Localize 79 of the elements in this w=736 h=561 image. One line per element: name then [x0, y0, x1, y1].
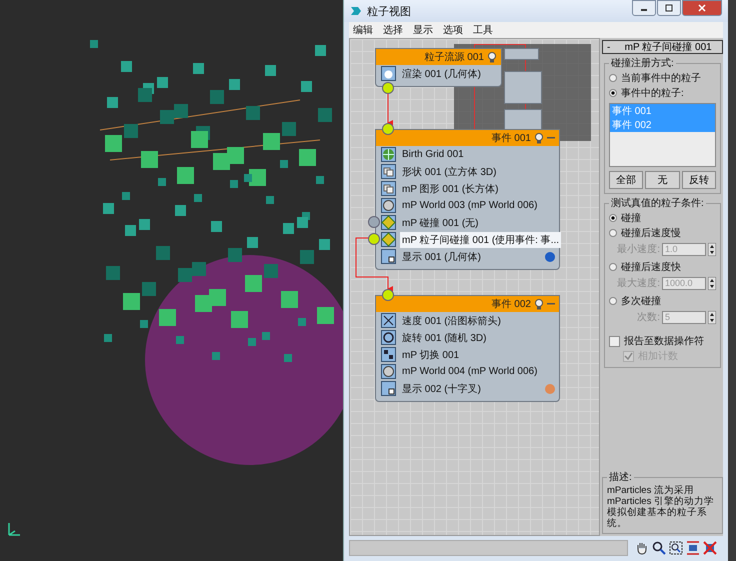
- diamond-icon: [381, 232, 396, 247]
- diamond-icon: [381, 215, 396, 230]
- axis-tripod-icon: [6, 520, 22, 538]
- bulb-icon[interactable]: [534, 298, 544, 310]
- menu-item[interactable]: 显示: [413, 23, 433, 37]
- output-socket[interactable]: [382, 82, 394, 94]
- operator-label[interactable]: mP 粒子间碰撞 001 (使用事件: 事...: [400, 232, 562, 248]
- collapse-toggle[interactable]: -: [607, 42, 610, 52]
- group-label: 碰撞注册方式:: [610, 56, 675, 70]
- menu-item[interactable]: 编辑: [353, 23, 373, 37]
- display-icon: [381, 249, 396, 264]
- radio-option[interactable]: 碰撞: [609, 211, 716, 225]
- spinner-arrows-icon[interactable]: [708, 242, 716, 256]
- zoom-extents-icon[interactable]: [686, 541, 700, 555]
- window-title: 粒子视图: [367, 4, 411, 18]
- menu-item[interactable]: 选择: [383, 23, 403, 37]
- operator-label[interactable]: 速度 001 (沿图标箭头): [400, 312, 503, 328]
- app-logo-icon: [350, 5, 362, 17]
- checkbox-option[interactable]: 报告至数据操作符: [609, 334, 716, 348]
- operator-label[interactable]: mP World 003 (mP World 006): [400, 199, 540, 212]
- bulb-icon[interactable]: [487, 52, 497, 62]
- input-socket[interactable]: [382, 123, 394, 135]
- description-text: mParticles 流为采用 mParticles 引擎的动力学模拟创建基本的粒子系统。: [607, 485, 715, 529]
- hand-pan-icon[interactable]: [635, 541, 649, 555]
- event-node[interactable]: 粒子流源 001 渲染 001 (几何体): [375, 48, 502, 87]
- radio-option[interactable]: 当前事件中的粒子: [609, 71, 716, 85]
- radio-option[interactable]: 事件中的粒子:: [609, 86, 716, 100]
- spinner-label: 最小速度:: [617, 242, 660, 256]
- maximize-icon: [665, 4, 673, 12]
- bulb-icon[interactable]: [534, 132, 544, 144]
- cubes-icon: [381, 164, 396, 179]
- close-icon: [698, 4, 706, 12]
- display-icon: [381, 381, 396, 396]
- operator-label[interactable]: Birth Grid 001: [400, 148, 466, 161]
- rollout-title: mP 粒子间碰撞 001: [624, 40, 713, 54]
- operator-label[interactable]: 旋转 001 (随机 3D): [400, 330, 488, 346]
- spinner-label: 次数:: [637, 311, 660, 324]
- node-title: 事件 002: [492, 298, 531, 311]
- connector-wire: [356, 238, 393, 292]
- minimize-button[interactable]: [632, 0, 656, 16]
- input-socket[interactable]: [382, 289, 394, 301]
- operator-label[interactable]: mP World 004 (mP World 006): [400, 365, 540, 378]
- zoom-icon[interactable]: [652, 541, 666, 555]
- operator-label[interactable]: mP 切换 001: [400, 346, 462, 362]
- spinner-arrows-icon[interactable]: [708, 276, 716, 290]
- rollout-header[interactable]: - mP 粒子间碰撞 001: [602, 40, 723, 54]
- node-title: 事件 001: [492, 132, 531, 145]
- cubes-icon: [381, 181, 396, 196]
- event-node[interactable]: 事件 001 Birth Grid 001 形状 001 (立方体 3D) mP 图形 001 (长方体) mP World 003 (mP World 006) mP 碰撞 001 (无) mP 粒子间碰撞 001 (使用事件: 事... 显示 001 (几何体): [375, 129, 560, 270]
- group-label: 测试真值的粒子条件:: [610, 196, 705, 210]
- menu-item[interactable]: 选项: [443, 23, 463, 37]
- node-title: 粒子流源 001: [424, 50, 484, 64]
- list-button[interactable]: 全部: [609, 171, 644, 189]
- operator-label[interactable]: 显示 002 (十字叉): [400, 380, 483, 396]
- menu-item[interactable]: 工具: [473, 23, 493, 37]
- close-button[interactable]: [682, 0, 722, 16]
- output-socket[interactable]: [368, 233, 380, 245]
- rotation-icon: [381, 330, 396, 345]
- spinner-arrows-icon[interactable]: [708, 310, 716, 324]
- output-socket[interactable]: [368, 216, 380, 228]
- operator-label[interactable]: 形状 001 (立方体 3D): [400, 164, 498, 180]
- group-label: 描述:: [608, 470, 633, 484]
- operator-label[interactable]: mP 图形 001 (长方体): [400, 180, 500, 196]
- operator-label[interactable]: mP 碰撞 001 (无): [400, 214, 480, 230]
- grid-sphere-icon: [381, 147, 396, 162]
- list-button[interactable]: 反转: [682, 171, 716, 189]
- no-zoom-icon[interactable]: [703, 541, 717, 555]
- maximize-button[interactable]: [657, 0, 681, 16]
- operator-label[interactable]: 显示 001 (几何体): [400, 248, 483, 264]
- spinner-label: 最大速度:: [617, 276, 660, 290]
- operator-label[interactable]: 渲染 001 (几何体): [400, 66, 483, 82]
- radio-option[interactable]: 多次碰撞: [609, 294, 716, 308]
- connector-wire: [387, 92, 393, 126]
- check-icon: [624, 352, 633, 360]
- radio-option[interactable]: 碰撞后速度慢: [609, 226, 716, 240]
- radio-option[interactable]: 碰撞后速度快: [609, 260, 716, 274]
- zoom-region-icon[interactable]: [669, 541, 683, 555]
- list-button[interactable]: 无: [645, 171, 680, 189]
- event-node[interactable]: 事件 002 速度 001 (沿图标箭头) 旋转 001 (随机 3D) mP 切换 001 mP World 004 (mP World 006) 显示 002 (十字叉): [375, 295, 560, 402]
